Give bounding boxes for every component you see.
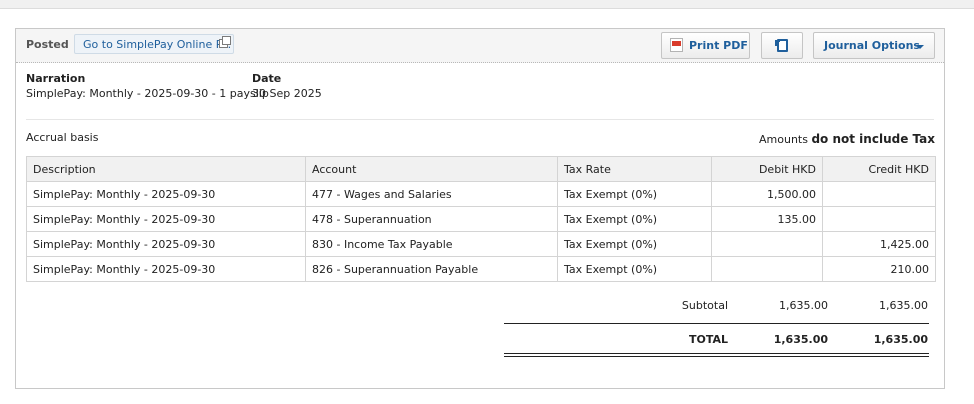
cell-credit xyxy=(822,206,936,232)
amounts-prefix: Amounts xyxy=(759,133,808,146)
cell-account: 830 - Income Tax Payable xyxy=(305,231,558,257)
chevron-down-icon xyxy=(916,45,924,49)
table-row: SimplePay: Monthly - 2025-09-30 830 - In… xyxy=(26,231,936,257)
cell-tax-rate: Tax Exempt (0%) xyxy=(557,231,712,257)
cell-tax-rate: Tax Exempt (0%) xyxy=(557,181,712,207)
amounts-tax-mode: do not include Tax xyxy=(811,132,935,146)
print-pdf-button[interactable]: Print PDF xyxy=(661,32,750,59)
cell-credit: 1,425.00 xyxy=(822,231,936,257)
cell-account: 477 - Wages and Salaries xyxy=(305,181,558,207)
table-row: SimplePay: Monthly - 2025-09-30 826 - Su… xyxy=(26,256,936,282)
cell-description: SimplePay: Monthly - 2025-09-30 xyxy=(26,256,306,282)
cell-credit xyxy=(822,181,936,207)
copy-icon xyxy=(775,39,788,52)
cell-description: SimplePay: Monthly - 2025-09-30 xyxy=(26,206,306,232)
journal-lines-table: Description Account Tax Rate Debit HKD C… xyxy=(26,156,936,282)
cell-debit: 135.00 xyxy=(711,206,823,232)
cell-tax-rate: Tax Exempt (0%) xyxy=(557,206,712,232)
narration-value: SimplePay: Monthly - 2025-09-30 - 1 pays… xyxy=(26,87,269,100)
total-credit: 1,635.00 xyxy=(873,333,928,346)
cell-credit: 210.00 xyxy=(822,256,936,282)
column-header-debit: Debit HKD xyxy=(711,156,823,182)
total-double-underline-bottom xyxy=(504,356,929,357)
accrual-basis-label: Accrual basis xyxy=(26,131,99,144)
date-value: 30 Sep 2025 xyxy=(252,87,322,100)
status-label: Posted xyxy=(26,38,69,51)
totals-section: Subtotal 1,635.00 1,635.00 TOTAL 1,635.0… xyxy=(504,291,929,357)
total-label: TOTAL xyxy=(688,333,728,346)
amounts-tax-note: Amounts do not include Tax xyxy=(759,132,935,146)
total-row: TOTAL 1,635.00 1,635.00 xyxy=(504,325,929,353)
table-row: SimplePay: Monthly - 2025-09-30 477 - Wa… xyxy=(26,181,936,207)
date-label: Date xyxy=(252,72,282,85)
subtotal-credit: 1,635.00 xyxy=(879,299,928,312)
column-header-account: Account xyxy=(305,156,558,182)
total-double-underline-top xyxy=(504,353,929,354)
cell-account: 478 - Superannuation xyxy=(305,206,558,232)
section-divider xyxy=(26,119,934,120)
copy-button[interactable] xyxy=(761,32,803,59)
go-to-simplepay-label: Go to SimplePay Online P... xyxy=(83,38,232,51)
table-header-row: Description Account Tax Rate Debit HKD C… xyxy=(26,156,936,182)
external-link-icon xyxy=(219,36,231,48)
cell-debit xyxy=(711,231,823,257)
subtotal-label: Subtotal xyxy=(681,299,728,312)
column-header-credit: Credit HKD xyxy=(822,156,936,182)
cell-description: SimplePay: Monthly - 2025-09-30 xyxy=(26,231,306,257)
print-pdf-label: Print PDF xyxy=(689,39,748,52)
cell-description: SimplePay: Monthly - 2025-09-30 xyxy=(26,181,306,207)
go-to-simplepay-link[interactable]: Go to SimplePay Online P... xyxy=(74,34,234,54)
top-bar xyxy=(0,0,974,9)
cell-tax-rate: Tax Exempt (0%) xyxy=(557,256,712,282)
subtotal-debit: 1,635.00 xyxy=(779,299,828,312)
journal-header: Posted Go to SimplePay Online P... Print… xyxy=(16,29,944,63)
column-header-tax-rate: Tax Rate xyxy=(557,156,712,182)
journal-panel: Posted Go to SimplePay Online P... Print… xyxy=(15,28,945,389)
cell-debit xyxy=(711,256,823,282)
total-debit: 1,635.00 xyxy=(773,333,828,346)
subtotal-row: Subtotal 1,635.00 1,635.00 xyxy=(504,291,929,319)
cell-debit: 1,500.00 xyxy=(711,181,823,207)
journal-options-button[interactable]: Journal Options xyxy=(813,32,935,59)
column-header-description: Description xyxy=(26,156,306,182)
journal-options-label: Journal Options xyxy=(824,39,920,52)
subtotal-divider xyxy=(504,323,929,324)
cell-account: 826 - Superannuation Payable xyxy=(305,256,558,282)
narration-label: Narration xyxy=(26,72,86,85)
table-row: SimplePay: Monthly - 2025-09-30 478 - Su… xyxy=(26,206,936,232)
pdf-icon xyxy=(670,38,683,52)
